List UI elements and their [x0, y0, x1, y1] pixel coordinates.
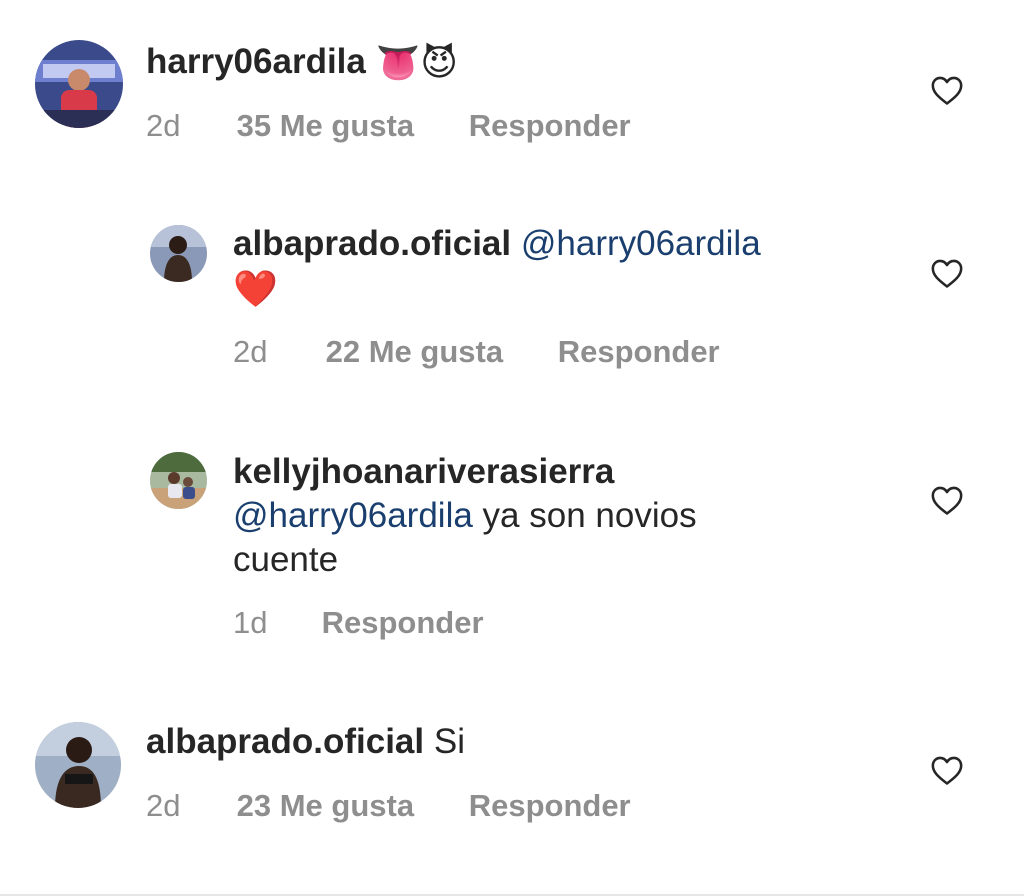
comment-albaprado-si: albaprado.oficial Si 2d 23 Me gusta Resp… — [0, 700, 1024, 896]
heart-outline-icon[interactable] — [930, 74, 964, 106]
avatar-image — [150, 452, 207, 509]
comment-albaprado-reply: albaprado.oficial @harry06ardila ❤️ 2d 2… — [0, 200, 1024, 400]
comment-text-line2: cuente — [233, 540, 339, 579]
comment-body: kellyjhoanariverasierra @harry06ardila y… — [233, 450, 853, 582]
avatar[interactable] — [35, 40, 123, 128]
comment-body: harry06ardila 👅😈 — [146, 40, 458, 85]
avatar[interactable] — [35, 722, 121, 808]
comment-meta: 2d 35 Me gusta Responder — [146, 108, 631, 144]
avatar-image — [35, 722, 121, 808]
username[interactable]: albaprado.oficial — [146, 722, 424, 761]
avatar-image — [150, 225, 207, 282]
timestamp: 2d — [146, 108, 181, 143]
heart-outline-icon[interactable] — [930, 257, 964, 289]
reply-button[interactable]: Responder — [322, 605, 484, 641]
avatar[interactable] — [150, 452, 207, 509]
comment-kellyjhoanariverasierra: kellyjhoanariverasierra @harry06ardila y… — [0, 430, 1024, 660]
heart-outline-icon[interactable] — [930, 754, 964, 786]
comment-text: ya son novios — [482, 496, 697, 535]
username[interactable]: albaprado.oficial — [233, 224, 511, 263]
mention-link[interactable]: @harry06ardila — [521, 224, 761, 263]
emoji: 👅😈 — [375, 42, 458, 83]
comment-body: albaprado.oficial Si — [146, 720, 465, 764]
mention-link[interactable]: @harry06ardila — [233, 496, 473, 535]
timestamp: 1d — [233, 605, 268, 640]
timestamp: 2d — [233, 334, 268, 369]
comment-harry06ardila: harry06ardila 👅😈 2d 35 Me gusta Responde… — [0, 0, 1024, 180]
heart-outline-icon[interactable] — [930, 484, 964, 516]
likes-count[interactable]: 23 Me gusta — [237, 788, 414, 824]
likes-count[interactable]: 22 Me gusta — [326, 334, 503, 370]
username[interactable]: kellyjhoanariverasierra — [233, 452, 614, 491]
timestamp: 2d — [146, 788, 181, 823]
comment-meta: 2d 23 Me gusta Responder — [146, 788, 631, 824]
username[interactable]: harry06ardila — [146, 42, 366, 81]
avatar[interactable] — [150, 225, 207, 282]
avatar-image — [35, 40, 123, 128]
heart-emoji: ❤️ — [233, 268, 278, 309]
reply-button[interactable]: Responder — [558, 334, 720, 370]
comment-text: Si — [433, 722, 465, 761]
reply-button[interactable]: Responder — [469, 788, 631, 824]
reply-button[interactable]: Responder — [469, 108, 631, 144]
comment-meta: 1d Responder — [233, 605, 484, 641]
comment-body: albaprado.oficial @harry06ardila ❤️ — [233, 222, 873, 311]
comment-meta: 2d 22 Me gusta Responder — [233, 334, 720, 370]
likes-count[interactable]: 35 Me gusta — [237, 108, 414, 144]
